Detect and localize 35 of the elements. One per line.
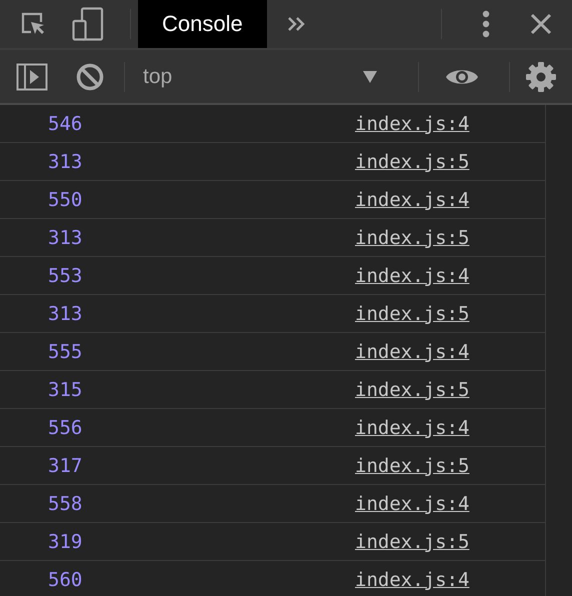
log-value: 315 (48, 378, 84, 400)
log-value: 550 (48, 188, 84, 210)
more-tabs-icon[interactable] (286, 16, 307, 32)
source-link[interactable]: index.js:5 (355, 378, 470, 400)
source-link[interactable]: index.js:4 (355, 568, 470, 590)
source-link[interactable]: index.js:4 (355, 188, 470, 210)
source-link[interactable]: index.js:4 (355, 416, 470, 438)
source-link[interactable]: index.js:5 (355, 454, 470, 476)
log-value: 553 (48, 264, 84, 286)
close-icon[interactable] (530, 13, 552, 35)
log-value: 313 (48, 226, 84, 248)
source-link[interactable]: index.js:5 (355, 226, 470, 248)
log-value: 555 (48, 340, 84, 362)
source-link[interactable]: index.js:4 (355, 264, 470, 286)
log-value: 556 (48, 416, 84, 438)
source-link[interactable]: index.js:4 (355, 340, 470, 362)
source-link[interactable]: index.js:5 (355, 530, 470, 552)
inspect-element-icon[interactable] (20, 11, 46, 37)
sidebar-toggle-icon[interactable] (16, 62, 48, 90)
source-link[interactable]: index.js:4 (355, 112, 470, 134)
console-tab[interactable]: Console (138, 0, 267, 48)
log-value: 317 (48, 454, 84, 476)
log-value: 319 (48, 530, 84, 552)
log-value: 313 (48, 150, 84, 172)
log-value: 313 (48, 302, 84, 324)
log-value: 546 (48, 112, 84, 134)
menu-icon[interactable] (482, 10, 490, 38)
log-value: 558 (48, 492, 84, 514)
clear-console-icon[interactable] (76, 62, 104, 90)
source-link[interactable]: index.js:5 (355, 150, 470, 172)
caret-icon (362, 70, 378, 84)
source-link[interactable]: index.js:5 (355, 302, 470, 324)
source-link[interactable]: index.js:4 (355, 492, 470, 514)
log-value: 560 (48, 568, 84, 590)
device-toggle-icon[interactable] (72, 7, 104, 41)
